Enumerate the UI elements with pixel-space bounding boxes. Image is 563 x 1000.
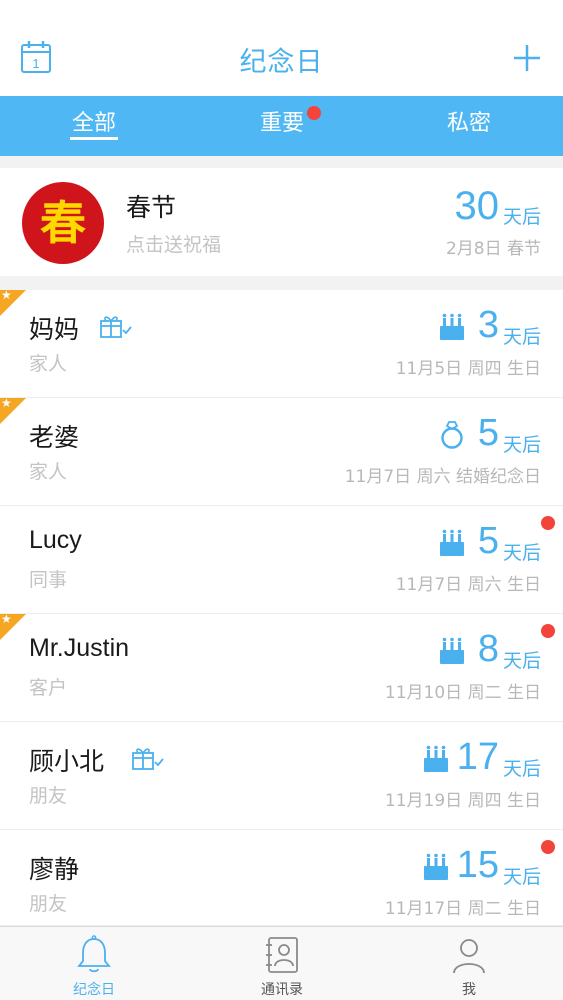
anniversary-list: ★ 妈妈 3 天后 家人 11月5日 周四 生日 ★ 老婆 5 天后 家人 11… <box>0 290 563 926</box>
page-title: 纪念日 <box>239 47 324 78</box>
holiday-card[interactable]: 春 春节 点击送祝福 30 天后 2月8日 春节 <box>0 168 563 276</box>
contact-group: 同事 <box>29 569 68 591</box>
gift-sent-icon <box>100 316 132 338</box>
contacts-book-icon <box>266 937 298 973</box>
list-item[interactable]: Lucy 5 天后 同事 11月7日 周六 生日 <box>0 506 563 614</box>
bottom-tab-label: 通讯录 <box>261 982 303 998</box>
days-unit: 天后 <box>502 542 541 564</box>
unread-dot <box>541 624 555 638</box>
contact-name: 妈妈 <box>29 316 80 344</box>
event-date: 11月5日 周四 生日 <box>395 359 541 379</box>
days-count: 5 <box>477 412 499 454</box>
gift-sent-icon <box>132 748 164 770</box>
tab-all[interactable]: 全部 <box>0 96 188 156</box>
nav-bar: 1 纪念日 <box>0 22 563 96</box>
contact-name: 顾小北 <box>29 748 105 776</box>
filter-tab-bar: 全部 重要 私密 <box>0 96 563 156</box>
event-date: 11月7日 周六 生日 <box>395 575 541 595</box>
list-item[interactable]: 顾小北 17 天后 朋友 11月19日 周四 生日 <box>0 722 563 830</box>
days-unit: 天后 <box>502 866 541 888</box>
bottom-tab-label: 我 <box>462 982 476 998</box>
birthday-cake-icon <box>424 745 448 772</box>
contact-name: Mr.Justin <box>29 634 130 662</box>
bottom-tab-label: 纪念日 <box>73 982 115 998</box>
list-item[interactable]: ★ 妈妈 3 天后 家人 11月5日 周四 生日 <box>0 290 563 398</box>
send-blessing-link[interactable]: 点击送祝福 <box>126 230 221 257</box>
bottom-tab-contacts[interactable]: 通讯录 <box>188 927 376 1000</box>
event-date: 11月19日 周四 生日 <box>384 791 541 811</box>
contact-name: 廖静 <box>29 856 80 884</box>
days-count: 15 <box>456 844 499 886</box>
active-tab-indicator <box>70 137 118 140</box>
days-unit: 天后 <box>502 326 541 348</box>
tab-important[interactable]: 重要 <box>188 96 376 156</box>
event-date: 11月7日 周六 结婚纪念日 <box>344 467 541 487</box>
important-notification-dot <box>307 106 321 120</box>
birthday-cake-icon <box>440 637 464 664</box>
list-item[interactable]: ★ 老婆 5 天后 家人 11月7日 周六 结婚纪念日 <box>0 398 563 506</box>
days-unit: 天后 <box>502 434 541 456</box>
status-bar-area <box>0 0 563 22</box>
contact-name: 老婆 <box>29 424 80 452</box>
contact-group: 家人 <box>29 461 68 483</box>
contact-group: 家人 <box>29 353 68 375</box>
user-icon <box>453 939 485 974</box>
days-count: 8 <box>477 628 499 670</box>
event-date: 11月10日 周二 生日 <box>384 683 541 703</box>
list-item[interactable]: ★ Mr.Justin 8 天后 客户 11月10日 周二 生日 <box>0 614 563 722</box>
birthday-cake-icon <box>440 529 464 556</box>
contact-name: Lucy <box>29 526 82 554</box>
plus-icon[interactable] <box>511 42 543 74</box>
contact-group: 客户 <box>29 677 68 699</box>
days-unit: 天后 <box>502 758 541 780</box>
days-count: 17 <box>456 736 499 778</box>
holiday-name: 春节 <box>126 193 177 222</box>
days-count: 5 <box>477 520 499 562</box>
star-icon: ★ <box>1 614 12 626</box>
ring-icon <box>441 421 463 449</box>
bottom-tab-anniversary[interactable]: 纪念日 <box>0 927 188 1000</box>
holiday-avatar: 春 <box>22 182 104 264</box>
holiday-days-count: 30 <box>454 184 500 228</box>
list-item[interactable]: 廖静 15 天后 朋友 11月17日 周二 生日 <box>0 830 563 926</box>
bell-icon <box>77 935 111 973</box>
unread-dot <box>541 516 555 530</box>
contact-group: 朋友 <box>29 893 68 915</box>
days-unit: 天后 <box>502 650 541 672</box>
birthday-cake-icon <box>424 853 448 880</box>
days-count: 3 <box>477 304 499 346</box>
bottom-tab-me[interactable]: 我 <box>375 927 563 1000</box>
birthday-cake-icon <box>440 313 464 340</box>
holiday-date: 2月8日 春节 <box>445 239 541 259</box>
star-icon: ★ <box>1 398 12 410</box>
tab-private[interactable]: 私密 <box>375 96 563 156</box>
unread-dot <box>541 840 555 854</box>
bottom-tab-bar: 纪念日 通讯录 我 <box>0 926 563 1000</box>
star-icon: ★ <box>1 290 12 302</box>
event-date: 11月17日 周二 生日 <box>384 899 541 919</box>
contact-group: 朋友 <box>29 785 68 807</box>
holiday-days-unit: 天后 <box>502 206 541 228</box>
